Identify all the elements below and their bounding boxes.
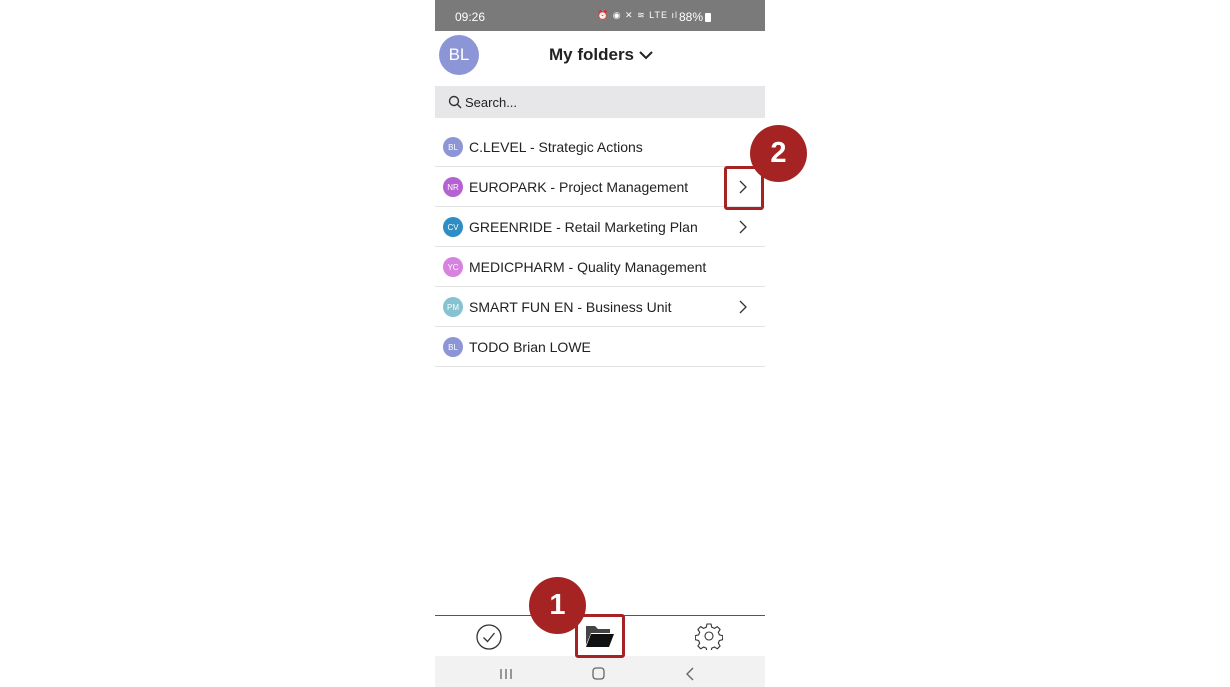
folder-label: TODO Brian LOWE (469, 339, 591, 355)
battery-icon (705, 13, 712, 22)
recent-apps-icon[interactable] (499, 668, 513, 680)
search-bar (435, 86, 765, 118)
system-nav-bar (435, 656, 765, 687)
folder-label: GREENRIDE - Retail Marketing Plan (469, 219, 698, 235)
gear-icon[interactable] (695, 622, 723, 650)
status-bar: 09:26 ⏰ ◉ ✕ ≋ LTE ıl 88% (435, 0, 765, 31)
folder-label: C.LEVEL - Strategic Actions (469, 139, 643, 155)
battery-level: 88% (679, 10, 704, 24)
folder-label: EUROPARK - Project Management (469, 179, 689, 195)
home-icon[interactable] (592, 667, 605, 680)
callout-box-1 (575, 614, 625, 658)
status-icons: ⏰ ◉ ✕ ≋ LTE ıl (597, 10, 678, 20)
phone-screen: 09:26 ⏰ ◉ ✕ ≋ LTE ıl 88% BL My folders B… (435, 0, 765, 687)
owner-badge: BL (443, 337, 463, 357)
folder-label: MEDICPHARM - Quality Management (469, 259, 707, 275)
folder-row[interactable]: PM SMART FUN EN - Business Unit (435, 287, 765, 327)
folder-row[interactable]: YC MEDICPHARM - Quality Management (435, 247, 765, 287)
chevron-down-icon (639, 51, 653, 60)
search-input[interactable] (465, 94, 745, 110)
owner-badge: PM (443, 297, 463, 317)
status-time: 09:26 (455, 10, 486, 24)
callout-circle-1: 1 (529, 577, 586, 634)
battery-indicator: 88% (679, 10, 712, 24)
owner-badge: CV (443, 217, 463, 237)
user-avatar[interactable]: BL (439, 35, 479, 75)
chevron-right-icon[interactable] (737, 220, 749, 234)
search-icon (448, 95, 462, 109)
app-header: BL My folders (435, 31, 765, 86)
folder-selector[interactable]: My folders (549, 45, 654, 65)
folder-row[interactable]: BL C.LEVEL - Strategic Actions (435, 127, 765, 167)
callout-circle-2: 2 (750, 125, 807, 182)
folder-row[interactable]: BL TODO Brian LOWE (435, 327, 765, 367)
check-circle-icon[interactable] (475, 623, 503, 651)
folder-row[interactable]: NR EUROPARK - Project Management (435, 167, 765, 207)
folder-label: SMART FUN EN - Business Unit (469, 299, 672, 315)
chevron-right-icon[interactable] (737, 300, 749, 314)
folder-row[interactable]: CV GREENRIDE - Retail Marketing Plan (435, 207, 765, 247)
owner-badge: YC (443, 257, 463, 277)
owner-badge: NR (443, 177, 463, 197)
back-icon[interactable] (685, 667, 695, 681)
page-title: My folders (549, 45, 635, 64)
folder-list: BL C.LEVEL - Strategic Actions NR EUROPARK … (435, 127, 765, 367)
owner-badge: BL (443, 137, 463, 157)
